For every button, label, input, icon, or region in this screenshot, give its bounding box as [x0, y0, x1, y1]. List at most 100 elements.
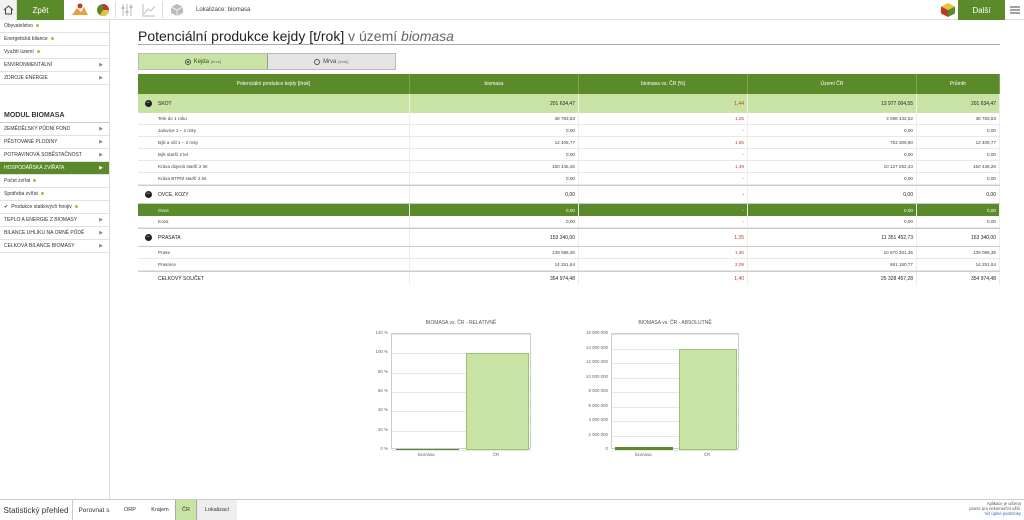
- table-row[interactable]: Býk a vůl 1 – 2 roky 12 405,77 1,65 753 309…: [138, 137, 1000, 149]
- next-button[interactable]: Další: [958, 0, 1005, 20]
- y-tick-label: 80 %: [377, 368, 388, 374]
- row-label: CELKOVÝ SOUČET: [158, 275, 204, 282]
- sidebar-item[interactable]: Bilance uhlíku na orné půdě ▶: [0, 227, 109, 240]
- hamburger-menu-icon[interactable]: [1005, 0, 1024, 20]
- sidebar-item[interactable]: Využití území: [0, 46, 109, 59]
- row-value-cell: 0,00: [748, 149, 917, 160]
- row-value-cell: 354 974,48: [917, 272, 1000, 285]
- sidebar-item[interactable]: Zdroje energie ▶: [0, 72, 109, 85]
- x-tick-label: ČR: [703, 452, 711, 457]
- row-value-cell: 0,00: [748, 186, 917, 203]
- table-group-row[interactable]: − OVCE, KOZY 0,00-0,00 0,00: [138, 185, 1000, 204]
- chart-title: BIOMASA vs. ČR - RELATIVNĚ: [425, 320, 497, 326]
- compare-orp-button[interactable]: ORP: [115, 500, 145, 520]
- sliders-icon[interactable]: [116, 0, 138, 20]
- cube-icon[interactable]: [166, 0, 188, 20]
- status-dot-icon: [36, 50, 40, 54]
- sidebar-item[interactable]: Spotřeba zvířat: [0, 188, 109, 201]
- row-value-cell: 354 974,48: [410, 272, 579, 285]
- y-tick-label: 40 %: [377, 407, 388, 413]
- row-icon-cell: −: [138, 100, 158, 107]
- stat-overview-button[interactable]: Statistický přehled: [0, 500, 73, 520]
- table-row[interactable]: Prasnice 14 251,64 2,09 681 150,77 14 251,64: [138, 259, 1000, 271]
- table-row[interactable]: Býk starší 2 let 0,00-0,00 0,00: [138, 149, 1000, 161]
- collapse-minus-icon[interactable]: −: [144, 234, 152, 241]
- table-row[interactable]: Prase 139 088,36 1,30 10 670 301,36 139 088,…: [138, 247, 1000, 259]
- status-dot-icon: [50, 37, 54, 41]
- sidebar-item[interactable]: Počet zvířat: [0, 175, 109, 188]
- back-button[interactable]: Zpět: [17, 0, 64, 20]
- row-value-cell: 12 405,77: [410, 137, 579, 148]
- row-value-cell: 14 251,64: [917, 259, 1000, 270]
- bottom-bar: Statistický přehled Porovnat s ORP Kraje…: [0, 499, 1024, 520]
- table-row[interactable]: Ovce 0,00-0,00 0,00: [138, 204, 1000, 216]
- table-total-row[interactable]: CELKOVÝ SOUČET 354 974,48 1,40 25 328 457,2…: [138, 271, 1000, 285]
- row-value-cell: 0,00: [748, 204, 917, 216]
- radio-icon: [184, 58, 191, 65]
- sidebar-item[interactable]: Potravinová soběstačnost ▶: [0, 149, 109, 162]
- sidebar-item[interactable]: Environmentální ▶: [0, 59, 109, 72]
- table-row[interactable]: Jalovice 1 – 2 roky 0,00-0,00 0,00: [138, 125, 1000, 137]
- sidebar-item-label: Produkce statkových hnojiv: [11, 204, 72, 210]
- sidebar-item-label: Počet zvířat: [4, 178, 31, 184]
- toggle-option-mrva[interactable]: Mrva [t/rok]: [267, 54, 395, 69]
- chevron-right-icon: ▶: [99, 62, 103, 68]
- row-label-cell: Prasnice: [138, 259, 410, 270]
- sidebar-item[interactable]: Zemědělský půdní fond ▶: [0, 123, 109, 136]
- row-value-cell: 0,00: [748, 216, 917, 227]
- table-group-row[interactable]: − SKOT 201 634,47 1,44 13 977 004,55 201 634,…: [138, 94, 1000, 113]
- line-chart-icon[interactable]: [138, 0, 160, 20]
- home-button[interactable]: [0, 0, 17, 20]
- table-row[interactable]: Koza 0,00-0,00 0,00: [138, 216, 1000, 228]
- table-row[interactable]: Kráva BTPM starší 2 let 0,00-0,00 0,00: [138, 173, 1000, 185]
- row-label-cell: − SKOT: [138, 94, 410, 113]
- x-tick-label: biomasa: [418, 452, 435, 457]
- row-value-cell: 0,00: [410, 125, 579, 136]
- sidebar-item[interactable]: Pěstované plodiny ▶: [0, 136, 109, 149]
- sidebar-item[interactable]: Hospodářská zvířata ▶: [0, 162, 109, 175]
- cube-color-icon[interactable]: [937, 0, 959, 20]
- row-label: Býk a vůl 1 – 2 roky: [158, 140, 199, 145]
- sidebar-item-label: Bilance uhlíku na orné půdě: [4, 230, 85, 236]
- row-value-cell: 1,65: [579, 137, 748, 148]
- sidebar-item[interactable]: Obyvatelstvo: [0, 20, 109, 33]
- sidebar-item[interactable]: Energetická bilance: [0, 33, 109, 46]
- sidebar-item[interactable]: Celková bilance biomasy ▶: [0, 240, 109, 253]
- compare-kraj-button[interactable]: Krajem: [145, 500, 175, 520]
- y-tick-label: 8 000 000: [588, 388, 608, 393]
- chevron-right-icon: ▶: [99, 75, 103, 81]
- row-value-cell: 0,00: [917, 125, 1000, 136]
- sidebar-item-label: Spotřeba zvířat: [4, 191, 38, 197]
- sidebar-item[interactable]: Teplo a energie z biomasy ▶: [0, 214, 109, 227]
- compare-localization-button[interactable]: Lokalizací: [197, 500, 237, 520]
- row-value-cell: 201 634,47: [917, 94, 1000, 113]
- x-tick-label: ČR: [492, 452, 500, 457]
- table-row[interactable]: Tele do 1 roku 38 783,83 1,25 3 098 432,52 3…: [138, 113, 1000, 125]
- row-value-cell: 0,00: [917, 173, 1000, 184]
- row-value-cell: 38 783,83: [917, 113, 1000, 124]
- y-tick-label: 16 000 000: [586, 330, 608, 335]
- toggle-option-kejda[interactable]: Kejda [t/rok]: [139, 54, 268, 69]
- sidebar-item-label: Energetická bilance: [4, 36, 48, 42]
- row-label: SKOT: [158, 100, 172, 107]
- table-row[interactable]: Kráva dojená starší 2 let 150 445,26 1,49 1…: [138, 161, 1000, 173]
- chart-title: BIOMASA vs. ČR - ABSOLUTNĚ: [638, 320, 712, 326]
- terms-link[interactable]: Viz úplné podmínky: [969, 511, 1021, 516]
- pie-chart-icon[interactable]: [92, 0, 114, 20]
- row-value-cell: 153 340,00: [917, 229, 1000, 246]
- row-value-cell: -: [579, 125, 748, 136]
- y-tick-label: 4 000 000: [588, 417, 608, 422]
- row-value-cell: 0,00: [748, 125, 917, 136]
- check-icon: ✔: [4, 204, 9, 210]
- row-label-cell: Jalovice 1 – 2 roky: [138, 125, 410, 136]
- table-group-row[interactable]: − PRASATA 153 340,00 1,35 11 351 452,73 153 3…: [138, 228, 1000, 247]
- map-pin-icon[interactable]: [69, 0, 91, 20]
- chart-plot-area: [611, 333, 740, 451]
- collapse-minus-icon[interactable]: −: [144, 191, 152, 198]
- sidebar-item[interactable]: ✔ Produkce statkových hnojiv: [0, 201, 109, 214]
- row-label: Prase: [158, 250, 171, 255]
- compare-cr-button[interactable]: ČR: [175, 500, 197, 520]
- collapse-minus-icon[interactable]: −: [144, 100, 152, 107]
- row-label-cell: − OVCE, KOZY: [138, 186, 410, 203]
- row-value-cell: 12 405,77: [917, 137, 1000, 148]
